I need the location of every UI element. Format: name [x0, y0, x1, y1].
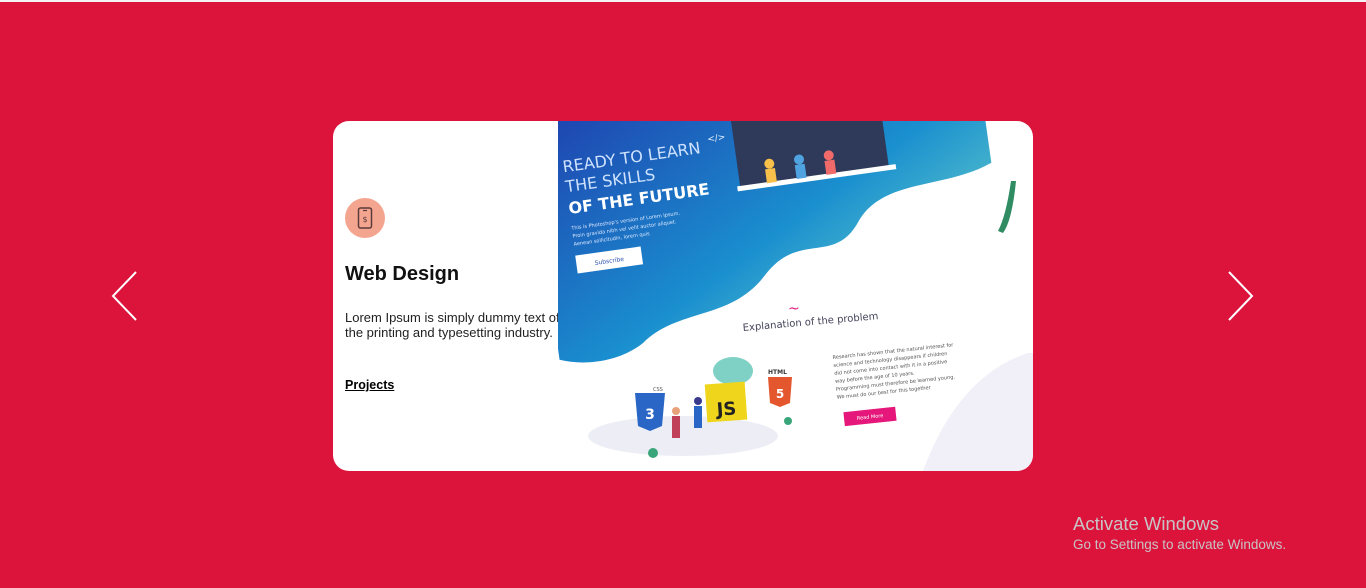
website-preview-image: READY TO LEARN THE SKILLS OF THE FUTURE … [558, 121, 1033, 471]
card-title: Web Design [345, 263, 460, 285]
html-badge-label: HTML [768, 369, 787, 376]
previous-slide-button[interactable] [110, 270, 140, 324]
chevron-right-icon [1228, 271, 1254, 321]
css-badge-label: CSS [653, 387, 663, 393]
svg-text:$: $ [362, 215, 367, 224]
js-badge-label: JS [714, 398, 737, 420]
svg-text:5: 5 [776, 387, 784, 401]
slide-card: $ Web Design Lorem Ipsum is simply dummy… [333, 121, 1033, 471]
card-description: Lorem Ipsum is simply dummy text of the … [345, 310, 560, 340]
section-title: Explanation of the problem [742, 311, 879, 334]
chevron-left-icon [111, 271, 137, 321]
top-edge-strip [0, 0, 1366, 2]
smartphone-icon: $ [357, 207, 373, 229]
projects-link[interactable]: Projects [345, 378, 394, 392]
watermark-title: Activate Windows [1073, 513, 1219, 534]
preview-illustration: READY TO LEARN THE SKILLS OF THE FUTURE … [558, 121, 1033, 471]
next-slide-button[interactable] [1226, 270, 1256, 324]
service-icon-badge: $ [345, 198, 385, 238]
svg-text:3: 3 [645, 407, 655, 423]
watermark-subtitle: Go to Settings to activate Windows. [1073, 537, 1287, 552]
accent-squiggle: ~ [788, 301, 800, 317]
activate-windows-watermark: Activate Windows Go to Settings to activ… [1073, 513, 1286, 554]
